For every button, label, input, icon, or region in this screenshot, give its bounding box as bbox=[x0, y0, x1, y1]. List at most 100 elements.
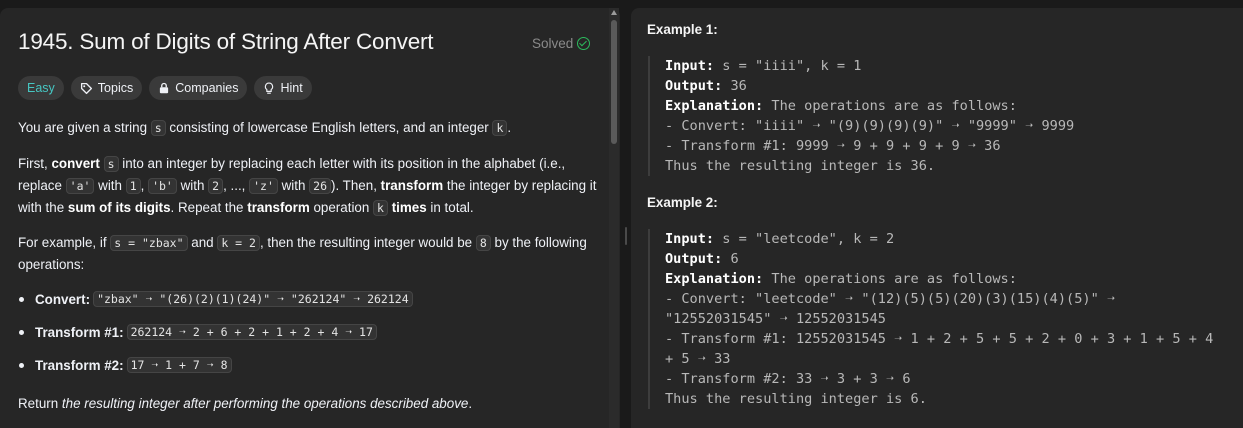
example-line: Output: 6 bbox=[665, 249, 1243, 269]
bold-text: convert bbox=[51, 156, 100, 171]
lock-icon bbox=[160, 82, 169, 94]
resize-handle-icon[interactable] bbox=[625, 227, 627, 245]
explanation-line: - Transform #2: 33 ➝ 3 + 3 ➝ 6 bbox=[665, 371, 911, 387]
explanation-text: The operations are as follows: bbox=[763, 271, 1017, 287]
text: , then the resulting integer would be bbox=[259, 235, 476, 250]
explanation-line: - Transform #1: 9999 ➝ 9 + 9 + 9 + 9 ➝ 3… bbox=[665, 138, 1001, 154]
inline-code: "zbax" ➝ "(26)(2)(1)(24)" ➝ "262124" ➝ 2… bbox=[93, 291, 413, 307]
explanation-line: - Transform #1: 12552031545 ➝ 1 + 2 + 5 … bbox=[665, 331, 1214, 347]
topics-button[interactable]: Topics bbox=[70, 76, 143, 100]
bullet-dot bbox=[19, 329, 24, 335]
output-label: Output: bbox=[665, 251, 723, 267]
inline-code: 17 ➝ 1 + 7 ➝ 8 bbox=[126, 357, 232, 373]
list-item: Convert: "zbax" ➝ "(26)(2)(1)(24)" ➝ "26… bbox=[18, 291, 413, 307]
bold-text: transform bbox=[380, 178, 444, 193]
inline-code: 'z' bbox=[249, 178, 278, 194]
example-line: Input: s = "leetcode", k = 2 bbox=[665, 229, 1243, 249]
text: , bbox=[140, 178, 149, 193]
inline-code: 8 bbox=[475, 235, 491, 251]
text: in total. bbox=[426, 200, 474, 215]
input-label: Input: bbox=[665, 58, 715, 74]
bold-text: times bbox=[391, 200, 427, 215]
description-paragraph-1: You are given a string s consisting of l… bbox=[18, 117, 598, 139]
bold-text: sum of its digits bbox=[67, 200, 171, 215]
difficulty-badge[interactable]: Easy bbox=[18, 76, 64, 100]
example-line: Explanation: The operations are as follo… bbox=[665, 96, 1243, 116]
output-label: Output: bbox=[665, 78, 723, 94]
example-2-heading: Example 2: bbox=[647, 195, 718, 210]
scrollbar-thumb[interactable] bbox=[611, 20, 617, 144]
text: with bbox=[277, 178, 310, 193]
panel-resize-divider[interactable] bbox=[620, 8, 631, 428]
inline-code: k bbox=[373, 200, 388, 216]
text: consisting of lowercase English letters,… bbox=[165, 120, 493, 135]
inline-code: 'a' bbox=[65, 178, 95, 194]
explanation-line: - Convert: "leetcode" ➝ "(12)(5)(5)(20)(… bbox=[665, 291, 1116, 307]
difficulty-label: Easy bbox=[27, 81, 55, 95]
inline-code: k bbox=[492, 120, 508, 136]
list-item: Transform #2: 17 ➝ 1 + 7 ➝ 8 bbox=[18, 357, 232, 373]
bold-text: Convert: bbox=[35, 291, 91, 307]
inline-code: 'b' bbox=[148, 178, 177, 194]
lightbulb-icon bbox=[265, 82, 274, 94]
text: . bbox=[507, 120, 512, 135]
inline-code: 1 bbox=[125, 178, 141, 194]
hint-label: Hint bbox=[280, 81, 303, 95]
hint-button[interactable]: Hint bbox=[254, 76, 312, 100]
text: For example, if bbox=[18, 235, 111, 250]
topics-label: Topics bbox=[97, 81, 134, 95]
text: First, bbox=[18, 156, 52, 171]
text: ). Then, bbox=[331, 178, 381, 193]
bullet-dot bbox=[19, 296, 24, 302]
companies-label: Companies bbox=[175, 81, 239, 95]
inline-code: 262124 ➝ 2 + 6 + 2 + 1 + 2 + 4 ➝ 17 bbox=[126, 324, 377, 340]
inline-code: s bbox=[150, 120, 166, 136]
example-line: Input: s = "iiii", k = 1 bbox=[665, 56, 1243, 76]
bold-text: Transform #2: bbox=[35, 357, 124, 373]
text: with bbox=[94, 178, 126, 193]
text: and bbox=[187, 235, 218, 250]
problem-title: 1945. Sum of Digits of String After Conv… bbox=[18, 29, 434, 54]
output-value: 36 bbox=[722, 78, 747, 94]
input-label: Input: bbox=[665, 231, 715, 247]
explanation-line: Thus the resulting integer is 6. bbox=[665, 391, 927, 407]
italic-text: the resulting integer after performing t… bbox=[61, 396, 469, 411]
explanation-line: "12552031545" ➝ 12552031545 bbox=[665, 311, 886, 327]
output-value: 6 bbox=[722, 251, 739, 267]
input-value: s = "iiii", k = 1 bbox=[714, 58, 862, 74]
bold-text: Transform #1: bbox=[35, 324, 124, 340]
text: You are given a string bbox=[18, 120, 151, 135]
description-paragraph-2: First, convert s into an integer by repl… bbox=[18, 153, 598, 219]
explanation-line: + 5 ➝ 33 bbox=[665, 351, 731, 367]
example-line: Output: 36 bbox=[665, 76, 1243, 96]
input-value: s = "leetcode", k = 2 bbox=[714, 231, 895, 247]
explanation-text: The operations are as follows: bbox=[763, 98, 1017, 114]
text: operation bbox=[309, 200, 374, 215]
explanation-line: Thus the resulting integer is 36. bbox=[665, 158, 936, 174]
tag-icon bbox=[80, 82, 92, 94]
example-1-heading: Example 1: bbox=[647, 22, 718, 37]
solved-status: Solved bbox=[532, 36, 591, 51]
inline-code: s = "zbax" bbox=[110, 235, 188, 251]
explanation-label: Explanation: bbox=[665, 98, 764, 114]
tag-row: Easy Topics Companies Hint bbox=[18, 76, 312, 100]
description-paragraph-4: Return the resulting integer after perfo… bbox=[18, 393, 598, 414]
top-strip bbox=[0, 0, 1243, 8]
companies-button[interactable]: Companies bbox=[149, 76, 248, 100]
text: . Repeat the bbox=[170, 200, 248, 215]
list-item: Transform #1: 262124 ➝ 2 + 6 + 2 + 1 + 2… bbox=[18, 324, 377, 340]
solved-label: Solved bbox=[532, 36, 574, 51]
inline-code: 2 bbox=[208, 178, 224, 194]
explanation-line: - Convert: "iiii" ➝ "(9)(9)(9)(9)" ➝ "99… bbox=[665, 118, 1075, 134]
text: , ..., bbox=[223, 178, 250, 193]
text: Return bbox=[18, 396, 62, 411]
example-line: Explanation: The operations are as follo… bbox=[665, 269, 1243, 289]
description-paragraph-3: For example, if s = "zbax" and k = 2, th… bbox=[18, 232, 598, 275]
example-2-block: Input: s = "leetcode", k = 2 Output: 6 E… bbox=[648, 229, 1243, 409]
inline-code: k = 2 bbox=[217, 235, 260, 251]
scroll-up-arrow-icon[interactable] bbox=[611, 10, 617, 15]
problem-page: 1945. Sum of Digits of String After Conv… bbox=[0, 0, 1243, 428]
example-1-block: Input: s = "iiii", k = 1 Output: 36 Expl… bbox=[648, 56, 1243, 176]
text: with bbox=[176, 178, 209, 193]
text: . bbox=[468, 396, 473, 411]
